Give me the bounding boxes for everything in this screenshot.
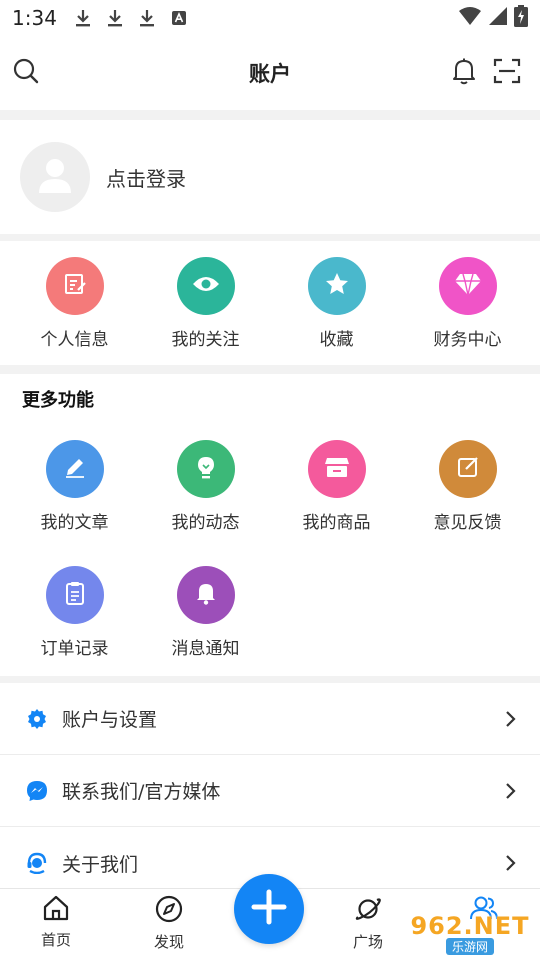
watermark-subtext: 乐游网 (445, 937, 494, 955)
quick-label: 个人信息 (40, 330, 109, 350)
more-label: 我的商品 (302, 513, 371, 533)
search-icon (12, 57, 40, 89)
more-item-products[interactable]: 我的商品 (271, 440, 402, 533)
shop-icon (324, 455, 350, 483)
list-label: 联系我们/官方媒体 (62, 781, 221, 803)
more-circle (438, 440, 497, 498)
page-title: 账户 (249, 62, 291, 86)
section-title: 更多功能 (22, 390, 94, 411)
more-item-notifications[interactable]: 消息通知 (140, 566, 271, 659)
site-watermark: 962.NET 乐游网 (402, 910, 538, 956)
list-label: 账户与设置 (62, 709, 158, 731)
plus-icon (250, 888, 288, 930)
chevron-right-icon (504, 710, 518, 727)
quick-item-favorites[interactable]: 收藏 (271, 241, 402, 365)
list-item-contact[interactable]: 联系我们/官方媒体 (0, 755, 540, 827)
clipboard-icon (64, 580, 86, 610)
quick-label: 财务中心 (433, 330, 502, 350)
login-card[interactable]: 点击登录 (0, 120, 540, 234)
lightbulb-icon (195, 454, 217, 484)
more-label: 我的动态 (171, 513, 240, 533)
quick-label: 收藏 (319, 330, 354, 350)
quick-circle (438, 257, 497, 315)
quick-item-following[interactable]: 我的关注 (140, 241, 271, 365)
more-circle (176, 440, 235, 498)
more-label: 消息通知 (171, 639, 240, 659)
more-item-activity[interactable]: 我的动态 (140, 440, 271, 533)
wifi-icon (458, 6, 482, 30)
planet-icon (354, 895, 382, 927)
battery-icon (514, 5, 528, 31)
quick-circle (45, 257, 104, 315)
profile-edit-icon (62, 271, 88, 301)
app-header: 账户 (0, 36, 540, 110)
login-prompt[interactable]: 点击登录 (106, 163, 186, 192)
more-functions: 更多功能 我的文章 我的动态 我的商品 意见反馈 订单记录 消息通知 (0, 374, 540, 676)
bell-icon (451, 57, 477, 89)
list-label: 关于我们 (62, 853, 139, 876)
download-icon (73, 8, 93, 28)
download-icon (137, 8, 157, 28)
bell-icon (195, 581, 217, 609)
download-icon (105, 8, 125, 28)
create-post-button[interactable] (234, 874, 304, 944)
list-item-account-settings[interactable]: 账户与设置 (0, 683, 540, 755)
compass-icon (155, 895, 183, 927)
quick-item-profile[interactable]: 个人信息 (9, 241, 140, 365)
tab-discover[interactable]: 发现 (129, 895, 209, 952)
search-button[interactable] (10, 57, 42, 89)
watermark-text: 962.NET (410, 911, 530, 940)
signal-icon (488, 6, 508, 30)
more-item-orders[interactable]: 订单记录 (9, 566, 140, 659)
quick-circle (307, 257, 366, 315)
tab-home[interactable]: 首页 (16, 895, 96, 950)
more-item-feedback[interactable]: 意见反馈 (402, 440, 533, 533)
tab-label: 广场 (352, 933, 383, 951)
pencil-icon (63, 455, 87, 483)
user-placeholder-icon (36, 155, 74, 199)
scan-button[interactable] (491, 57, 523, 89)
star-icon (324, 271, 350, 301)
avatar[interactable] (20, 142, 90, 212)
tab-label: 发现 (153, 933, 184, 951)
quick-circle (176, 257, 235, 315)
messenger-icon (26, 780, 48, 802)
app-notification-icon (169, 8, 189, 28)
gear-icon (26, 708, 48, 730)
quick-actions: 个人信息 我的关注 收藏 财务中心 (0, 241, 540, 365)
diamond-icon (454, 272, 482, 300)
support-agent-icon (26, 852, 48, 874)
more-item-articles[interactable]: 我的文章 (9, 440, 140, 533)
chevron-right-icon (504, 855, 518, 871)
status-bar: 1:34 (0, 0, 540, 36)
more-label: 订单记录 (40, 639, 109, 659)
chevron-right-icon (504, 782, 518, 799)
status-time: 1:34 (12, 6, 57, 30)
notification-button[interactable] (448, 57, 480, 89)
quick-label: 我的关注 (171, 330, 240, 350)
feedback-edit-icon (456, 455, 480, 483)
more-circle (45, 440, 104, 498)
tab-label: 首页 (40, 931, 71, 949)
eye-icon (192, 274, 220, 298)
more-row: 我的文章 我的动态 我的商品 意见反馈 (0, 440, 540, 533)
more-circle (45, 566, 104, 624)
more-row: 订单记录 消息通知 (0, 566, 540, 659)
quick-item-finance[interactable]: 财务中心 (402, 241, 533, 365)
settings-list: 账户与设置 联系我们/官方媒体 关于我们 (0, 683, 540, 888)
more-label: 我的文章 (40, 513, 109, 533)
more-circle (176, 566, 235, 624)
more-label: 意见反馈 (433, 513, 502, 533)
more-circle (307, 440, 366, 498)
home-icon (42, 895, 70, 925)
tab-plaza[interactable]: 广场 (328, 895, 408, 952)
scan-icon (493, 57, 521, 89)
